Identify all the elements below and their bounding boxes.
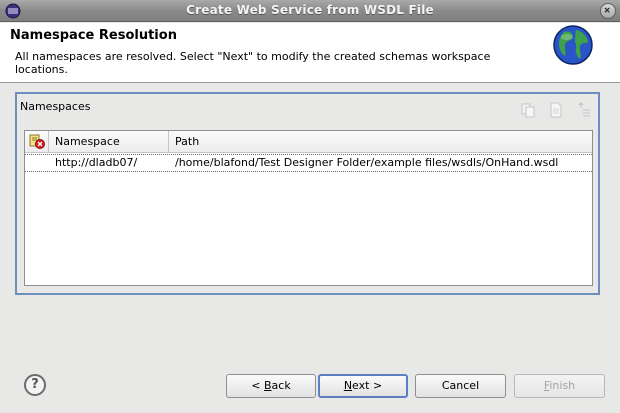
close-icon — [604, 7, 610, 13]
copy-icon[interactable] — [520, 102, 536, 118]
page-description: All namespaces are resolved. Select "Nex… — [15, 50, 491, 76]
row-status-cell — [25, 155, 49, 173]
path-column-header[interactable]: Path — [169, 131, 592, 153]
finish-button[interactable]: Finish — [514, 374, 605, 398]
namespace-cell: http://dladb07/ — [55, 156, 138, 169]
paste-icon[interactable] — [548, 102, 564, 118]
table-row[interactable]: http://dladb07/ /home/blafond/Test Desig… — [25, 154, 592, 172]
help-button[interactable]: ? — [24, 374, 46, 396]
status-column-header[interactable] — [25, 131, 49, 153]
namespaces-table[interactable]: Namespace Path http://dladb07/ /home/bla… — [24, 130, 593, 286]
window-titlebar: Create Web Service from WSDL File — [0, 0, 620, 22]
globe-icon — [553, 25, 593, 65]
page-title: Namespace Resolution — [10, 28, 177, 43]
window-close-button[interactable] — [600, 3, 616, 19]
table-header: Namespace Path — [25, 131, 592, 153]
window-title: Create Web Service from WSDL File — [186, 3, 434, 17]
namespaces-group-label: Namespaces — [20, 100, 91, 113]
next-button[interactable]: Next > — [318, 374, 408, 398]
wizard-header: Namespace Resolution All namespaces are … — [0, 23, 620, 83]
back-button[interactable]: < Back — [226, 374, 316, 398]
error-status-icon — [29, 134, 45, 149]
namespace-column-header[interactable]: Namespace — [49, 131, 169, 153]
namespaces-group: Namespaces Namespace Path http://dladb07… — [15, 92, 600, 295]
sort-icon[interactable] — [576, 102, 592, 118]
cancel-button[interactable]: Cancel — [415, 374, 506, 398]
help-icon: ? — [31, 377, 39, 392]
path-cell: /home/blafond/Test Designer Folder/examp… — [175, 156, 559, 169]
